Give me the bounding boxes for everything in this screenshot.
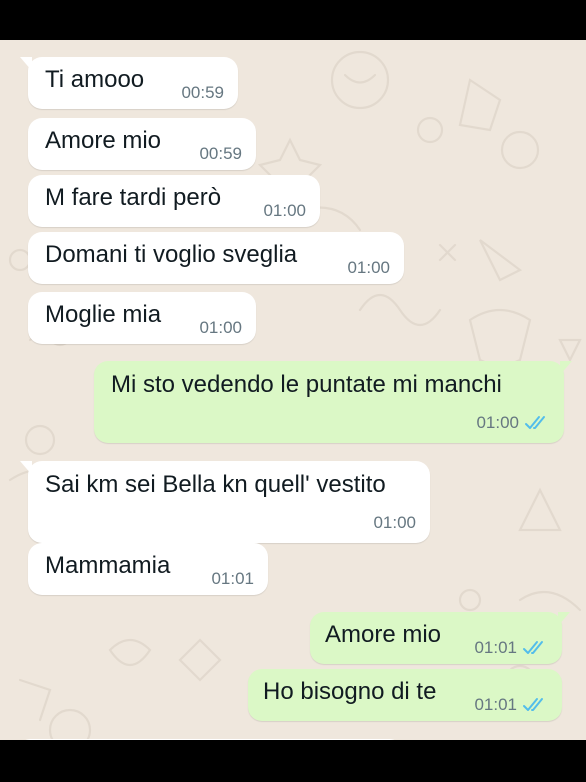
bubble-tail — [20, 461, 32, 475]
timestamp: 01:01 — [474, 638, 517, 657]
message-text: Amore mio — [45, 127, 162, 154]
double-check-icon — [525, 416, 545, 429]
timestamp: 00:59 — [199, 144, 242, 163]
timestamp: 01:00 — [347, 258, 390, 277]
timestamp: 01:00 — [263, 201, 306, 220]
message-time: 01:00 — [263, 201, 306, 221]
message-time: 00:59 — [199, 144, 242, 164]
chat-area[interactable]: Ti amooo 00:59 Amore mio 00:59 M fare ta… — [0, 40, 586, 740]
message-text: Mi sto vedendo le puntate mi manchi — [111, 371, 502, 398]
incoming-message-partial — [20, 739, 400, 740]
incoming-message[interactable]: Moglie mia 01:00 — [28, 292, 256, 344]
bubble-tail — [560, 361, 572, 375]
timestamp: 01:00 — [476, 413, 519, 432]
incoming-message[interactable]: Domani ti voglio sveglia 01:00 — [28, 232, 404, 284]
outgoing-message[interactable]: Mi sto vedendo le puntate mi manchi 01:0… — [94, 361, 572, 443]
double-check-icon — [523, 698, 543, 711]
message-text: Moglie mia — [45, 301, 162, 328]
outgoing-message[interactable]: Ho bisogno di te 01:01 — [248, 669, 562, 721]
timestamp: 01:01 — [211, 569, 254, 588]
message-time: 01:01 — [211, 569, 254, 589]
message-time: 01:00 — [373, 513, 416, 533]
message-time: 01:00 — [199, 318, 242, 338]
bubble-tail — [20, 57, 32, 71]
message-time: 01:01 — [474, 638, 548, 658]
incoming-message[interactable]: M fare tardi però 01:00 — [28, 175, 320, 227]
message-text: Mammamia — [45, 552, 171, 579]
message-time: 01:00 — [476, 413, 550, 433]
phone-screen: Ti amooo 00:59 Amore mio 00:59 M fare ta… — [0, 0, 586, 782]
incoming-message[interactable]: Mammamia 01:01 — [28, 543, 268, 595]
timestamp: 00:59 — [181, 83, 224, 102]
message-text: Domani ti voglio sveglia — [45, 241, 298, 268]
timestamp: 01:00 — [373, 513, 416, 532]
timestamp: 01:01 — [474, 695, 517, 714]
timestamp: 01:00 — [199, 318, 242, 337]
incoming-message[interactable]: Amore mio 00:59 — [28, 118, 256, 170]
message-time: 01:00 — [347, 258, 390, 278]
double-check-icon — [523, 641, 543, 654]
message-text: Amore mio — [325, 621, 442, 648]
incoming-message[interactable]: Ti amooo 00:59 — [20, 57, 238, 109]
bubble-tail — [558, 612, 570, 626]
message-time: 00:59 — [181, 83, 224, 103]
message-text: Sai km sei Bella kn quell' vestito — [45, 471, 386, 498]
message-text: Ti amooo — [45, 66, 145, 93]
outgoing-message[interactable]: Amore mio 01:01 — [310, 612, 570, 664]
message-text: M fare tardi però — [45, 184, 222, 211]
incoming-message[interactable]: Sai km sei Bella kn quell' vestito 01:00 — [20, 461, 430, 543]
message-time: 01:01 — [474, 695, 548, 715]
message-text: Ho bisogno di te — [263, 678, 437, 705]
